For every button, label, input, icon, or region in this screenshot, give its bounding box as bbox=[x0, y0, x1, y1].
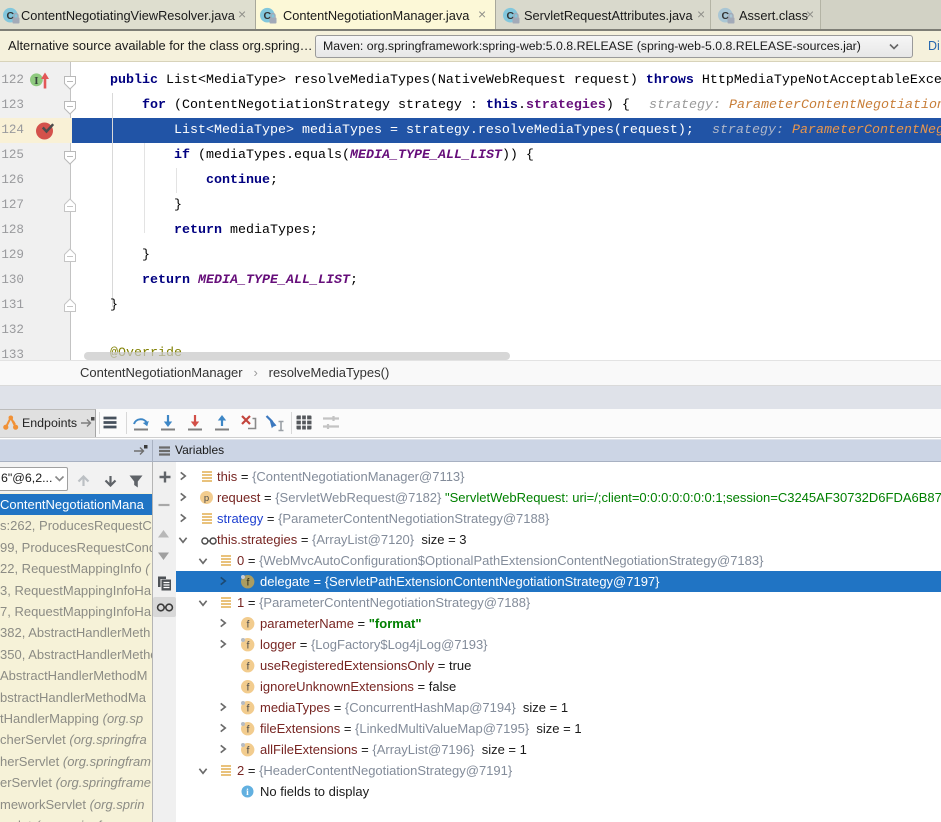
svg-text:f: f bbox=[246, 639, 249, 651]
svg-text:i: i bbox=[246, 788, 249, 798]
svg-text:f: f bbox=[246, 576, 249, 588]
svg-text:f: f bbox=[246, 660, 249, 672]
svg-text:I: I bbox=[34, 75, 38, 87]
svg-text:f: f bbox=[246, 702, 249, 714]
svg-text:f: f bbox=[246, 618, 249, 630]
svg-text:f: f bbox=[246, 744, 249, 756]
svg-text:f: f bbox=[246, 723, 249, 735]
svg-text:f: f bbox=[246, 681, 249, 693]
svg-text:p: p bbox=[204, 493, 209, 504]
